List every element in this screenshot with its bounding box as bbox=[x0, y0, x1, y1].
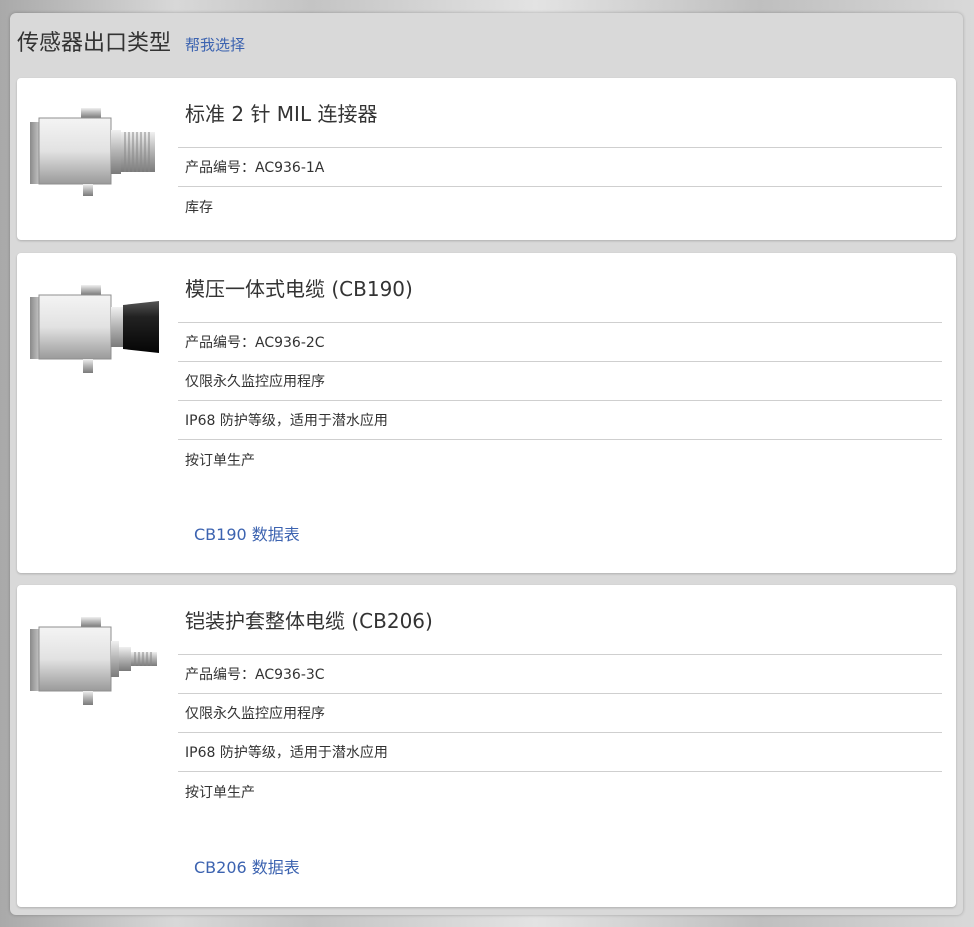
product-spec: 库存 bbox=[185, 199, 213, 216]
product-part-number: 产品编号：AC936-2C bbox=[178, 323, 942, 362]
product-spec: 仅限永久监控应用程序 bbox=[178, 362, 942, 401]
datasheet-link-cb190[interactable]: CB190 数据表 bbox=[194, 521, 300, 545]
product-part-number: 产品编号：AC936-1A bbox=[178, 148, 942, 187]
datasheet-link-cb206[interactable]: CB206 数据表 bbox=[194, 854, 300, 878]
product-details: 标准 2 针 MIL 连接器 产品编号：AC936-1A 库存 bbox=[178, 78, 942, 226]
panel-header: 传感器出口类型 帮我选择 bbox=[17, 21, 245, 61]
product-spec: 按订单生产 bbox=[185, 452, 255, 469]
product-spec: 仅限永久监控应用程序 bbox=[178, 694, 942, 733]
product-card-ac936-1a[interactable]: 标准 2 针 MIL 连接器 产品编号：AC936-1A 库存 bbox=[17, 78, 956, 240]
product-title[interactable]: 模压一体式电缆 (CB190) bbox=[178, 253, 942, 323]
product-details: 模压一体式电缆 (CB190) 产品编号：AC936-2C 仅限永久监控应用程序… bbox=[178, 253, 942, 479]
product-spec: IP68 防护等级，适用于潜水应用 bbox=[178, 401, 942, 440]
mil-connector-sensor-icon bbox=[29, 102, 161, 202]
help-me-choose-link[interactable]: 帮我选择 bbox=[185, 34, 245, 55]
product-details: 铠装护套整体电缆 (CB206) 产品编号：AC936-3C 仅限永久监控应用程… bbox=[178, 585, 942, 811]
product-title[interactable]: 铠装护套整体电缆 (CB206) bbox=[178, 585, 942, 655]
product-part-number: 产品编号：AC936-3C bbox=[178, 655, 942, 694]
product-spec: IP68 防护等级，适用于潜水应用 bbox=[178, 733, 942, 772]
product-title[interactable]: 标准 2 针 MIL 连接器 bbox=[178, 78, 942, 148]
product-card-ac936-3c[interactable]: 铠装护套整体电缆 (CB206) 产品编号：AC936-3C 仅限永久监控应用程… bbox=[17, 585, 956, 907]
armored-cable-sensor-icon bbox=[29, 609, 161, 709]
molded-cable-sensor-icon bbox=[29, 277, 161, 377]
page-title: 传感器出口类型 bbox=[17, 31, 172, 56]
product-card-ac936-2c[interactable]: 模压一体式电缆 (CB190) 产品编号：AC936-2C 仅限永久监控应用程序… bbox=[17, 253, 956, 573]
product-spec: 按订单生产 bbox=[185, 784, 255, 801]
sensor-outlet-panel: 传感器出口类型 帮我选择 标准 2 针 MIL 连接器 产品编号：AC936-1… bbox=[10, 13, 963, 915]
